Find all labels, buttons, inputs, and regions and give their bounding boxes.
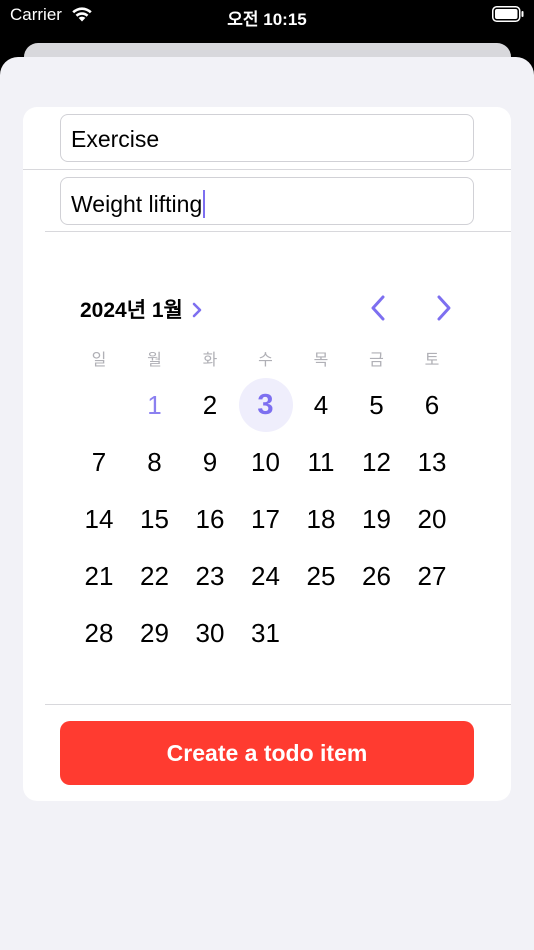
calendar-day[interactable]: 1 — [128, 378, 182, 432]
battery-icon — [492, 6, 524, 22]
month-label: 2024년 1월 — [80, 299, 183, 322]
divider — [23, 169, 511, 170]
calendar-day[interactable]: 11 — [294, 435, 348, 489]
form-card: Exercise Weight lifting 2024년 1월 일 월 화 수 목 금 토… — [23, 107, 511, 801]
calendar-day[interactable]: 10 — [239, 435, 293, 489]
status-time: 오전 10:15 — [227, 10, 307, 29]
calendar-day[interactable]: 25 — [294, 549, 348, 603]
modal-sheet: Exercise Weight lifting 2024년 1월 일 월 화 수 목 금 토… — [0, 57, 534, 950]
calendar-day[interactable]: 31 — [239, 606, 293, 660]
notes-field-value: Weight lifting — [71, 190, 206, 218]
calendar-day[interactable]: 24 — [239, 549, 293, 603]
calendar-day[interactable]: 23 — [183, 549, 237, 603]
previous-month-button[interactable] — [364, 293, 394, 323]
calendar-day[interactable]: 22 — [128, 549, 182, 603]
calendar-day[interactable]: 6 — [405, 378, 459, 432]
notes-field[interactable]: Weight lifting — [60, 177, 474, 225]
weekday-label: 토 — [424, 352, 440, 369]
text-caret — [203, 190, 206, 218]
title-field[interactable]: Exercise — [60, 114, 474, 162]
calendar-day[interactable]: 26 — [350, 549, 404, 603]
month-picker-button[interactable]: 2024년 1월 — [80, 294, 203, 324]
calendar-day[interactable]: 16 — [183, 492, 237, 546]
calendar-day[interactable]: 21 — [72, 549, 126, 603]
status-bar: Carrier 오전 10:15 — [0, 0, 534, 30]
weekday-label: 화 — [202, 352, 218, 369]
calendar-day[interactable]: 30 — [183, 606, 237, 660]
calendar-day[interactable]: 29 — [128, 606, 182, 660]
calendar-day[interactable]: 5 — [350, 378, 404, 432]
selected-day[interactable]: 3 — [238, 378, 293, 432]
calendar-day[interactable]: 18 — [294, 492, 348, 546]
next-month-button[interactable] — [428, 293, 458, 323]
calendar-day[interactable]: 8 — [128, 435, 182, 489]
calendar-day[interactable]: 2 — [183, 378, 237, 432]
chevron-left-icon — [371, 295, 385, 321]
weekday-label: 수 — [258, 352, 273, 369]
chevron-right-icon — [437, 295, 451, 321]
chevron-right-icon — [192, 302, 202, 318]
weekday-label: 월 — [147, 352, 162, 369]
create-todo-button[interactable]: Create a todo item — [60, 721, 474, 785]
calendar-day[interactable]: 17 — [239, 492, 293, 546]
calendar-day[interactable]: 15 — [128, 492, 182, 546]
calendar-day[interactable]: 9 — [183, 435, 237, 489]
divider — [45, 704, 511, 705]
notes-text: Weight lifting — [71, 191, 203, 217]
title-field-value: Exercise — [71, 126, 160, 152]
calendar-day[interactable]: 28 — [72, 606, 126, 660]
divider — [45, 231, 511, 232]
calendar-day[interactable]: 4 — [294, 378, 348, 432]
weekday-label: 일 — [91, 352, 107, 369]
calendar-day[interactable]: 19 — [350, 492, 404, 546]
calendar-day[interactable]: 14 — [72, 492, 126, 546]
calendar-day[interactable]: 20 — [405, 492, 459, 546]
weekday-label: 목 — [313, 352, 329, 369]
calendar-day[interactable]: 7 — [72, 435, 126, 489]
calendar-day[interactable]: 13 — [405, 435, 459, 489]
weekday-label: 금 — [369, 352, 384, 369]
calendar-day[interactable]: 27 — [405, 549, 459, 603]
calendar-day[interactable]: 12 — [350, 435, 404, 489]
